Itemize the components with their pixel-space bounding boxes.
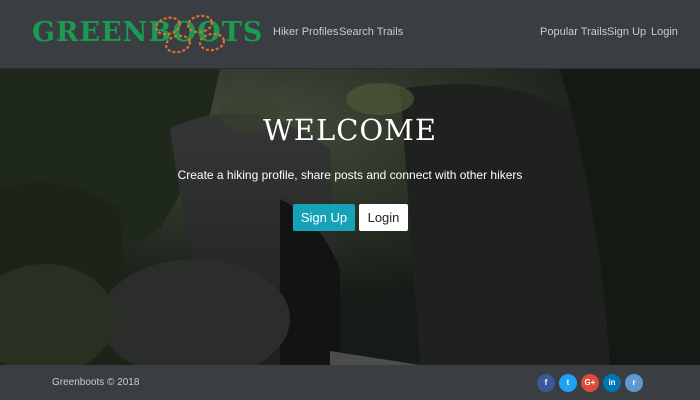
hero-signup-button[interactable]: Sign Up [293, 204, 355, 231]
twitter-icon[interactable]: t [559, 374, 577, 392]
hero-banner: WELCOME Create a hiking profile, share p… [0, 69, 700, 365]
hero-login-button[interactable]: Login [359, 204, 408, 231]
brand-logo[interactable]: GREENBOOTS [32, 14, 263, 54]
top-navbar: GREENBOOTS Hiker Profiles Search Trails … [0, 0, 700, 69]
nav-popular-trails[interactable]: Popular Trails [540, 26, 607, 38]
hero-title: WELCOME [262, 113, 438, 147]
nav-sign-up[interactable]: Sign Up [607, 26, 646, 38]
nav-login[interactable]: Login [651, 26, 678, 38]
copyright-text: Greenboots © 2018 [52, 377, 140, 388]
hero-subtitle: Create a hiking profile, share posts and… [177, 168, 523, 182]
google-plus-icon[interactable]: G+ [581, 374, 599, 392]
linkedin-icon[interactable]: in [603, 374, 621, 392]
footer: Greenboots © 2018 f t G+ in r [0, 365, 700, 400]
nav-hiker-profiles[interactable]: Hiker Profiles [273, 26, 338, 38]
nav-search-trails[interactable]: Search Trails [339, 26, 403, 38]
boot-prints-icon [155, 14, 226, 54]
reddit-icon[interactable]: r [625, 374, 643, 392]
facebook-icon[interactable]: f [537, 374, 555, 392]
